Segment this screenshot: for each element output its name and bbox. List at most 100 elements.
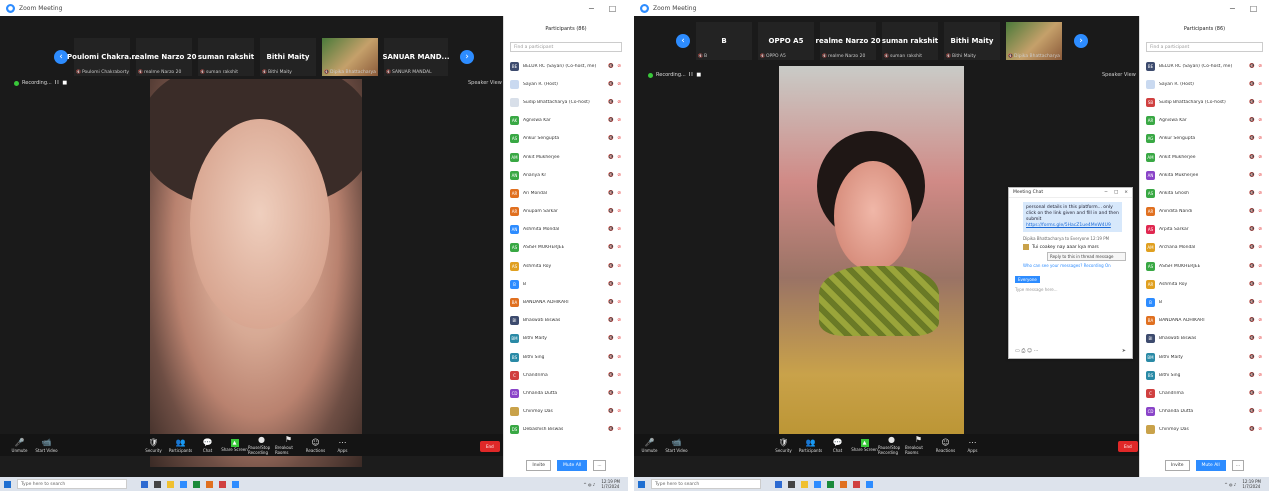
security-button[interactable]: 🛡 Security <box>140 438 167 453</box>
invite-button[interactable]: Invite <box>526 460 552 471</box>
chat-button[interactable]: 💬 Chat <box>824 438 851 453</box>
taskbar-search-input[interactable]: Type here to search <box>651 479 761 489</box>
participant-row[interactable]: C Chandrima 🔇 ⊘ <box>1140 384 1269 402</box>
send-icon[interactable]: ➤ <box>1122 348 1126 354</box>
participant-row[interactable]: AR Ari Mondal 🔇 ⊘ <box>504 184 628 202</box>
more-options-button[interactable]: ... <box>1231 460 1245 471</box>
prev-page-arrow-icon[interactable]: ‹ <box>676 34 690 48</box>
participant-row[interactable]: BI Bhaswati Biswas 🔇 ⊘ <box>504 312 628 330</box>
participant-row[interactable]: BM Bithi Maity 🔇 ⊘ <box>504 330 628 348</box>
participant-row[interactable]: AR Anindita Nandi 🔇 ⊘ <box>1140 203 1269 221</box>
participant-row[interactable]: AG Ankur Sengupta 🔇 ⊘ <box>1140 130 1269 148</box>
taskbar-search-input[interactable]: Type here to search <box>17 479 127 489</box>
widgets-icon[interactable] <box>154 480 161 488</box>
participant-row[interactable]: BE BELUR RC (Sayan) (Co-host, me) 🔇 ⊘ <box>504 57 628 75</box>
next-page-arrow-icon[interactable]: › <box>1074 34 1088 48</box>
participant-row[interactable]: AK Agniswa Kar 🔇 ⊘ <box>504 112 628 130</box>
participant-row[interactable]: B B 🔇 ⊘ <box>504 275 628 293</box>
gallery-tile[interactable]: BB <box>696 22 752 60</box>
participant-row[interactable]: Sudip Bhattacharya (Co-host) 🔇 ⊘ <box>504 93 628 111</box>
participant-row[interactable]: Chinmoy Das 🔇 ⊘ <box>504 403 628 421</box>
gallery-tile[interactable]: suman rakshitsuman rakshit <box>198 38 254 76</box>
minimize-button[interactable]: − <box>1229 4 1236 13</box>
gallery-tile[interactable]: realme Narzo 20realme Narzo 20 <box>132 38 196 76</box>
participant-row[interactable]: BM Bithi Maity 🔇 ⊘ <box>1140 348 1269 366</box>
gallery-tile-photo[interactable]: Dipika Bhattacharya <box>322 38 378 76</box>
breakout-rooms-button[interactable]: ⚑ Breakout Rooms <box>905 435 932 455</box>
participant-row[interactable]: AS ASISH MUKHERJEE 🔇 ⊘ <box>504 239 628 257</box>
task-view-icon[interactable] <box>775 480 782 488</box>
participant-row[interactable]: C Chandrima 🔇 ⊘ <box>504 366 628 384</box>
pause-stop-recording[interactable]: II ■ <box>689 72 702 78</box>
participant-row[interactable]: BS Bithi Sing 🔇 ⊘ <box>504 348 628 366</box>
reactions-button[interactable]: ☺ Reactions <box>932 438 959 453</box>
more-options-button[interactable]: ... <box>593 460 606 471</box>
zoom-taskbar-icon[interactable] <box>866 480 873 488</box>
participants-button[interactable]: 👥 Participants <box>797 438 824 453</box>
app-icon[interactable] <box>853 480 860 488</box>
tray-icons[interactable]: ^ ◍ ♪ <box>1224 482 1236 487</box>
participant-row[interactable]: AS Ashmita Roy 🔇 ⊘ <box>504 257 628 275</box>
mute-all-button[interactable]: Mute All <box>557 460 588 471</box>
security-button[interactable]: 🛡 Security <box>770 438 797 453</box>
pause-recording-button[interactable]: ● Pause/Stop Recording <box>878 435 905 455</box>
store-icon[interactable] <box>180 480 187 488</box>
chat-minimize-button[interactable]: − <box>1104 190 1108 195</box>
chat-recipient-select[interactable]: Everyone <box>1015 276 1040 283</box>
chat-maximize-button[interactable]: □ <box>1114 190 1118 195</box>
participant-row[interactable]: Sayan R. (Host) 🔇 ⊘ <box>504 75 628 93</box>
gallery-tile[interactable]: Poulomi Chakra...Poulomi Chakraborty <box>67 38 137 76</box>
participant-row[interactable]: AM Ankit Mukherjee 🔇 ⊘ <box>1140 148 1269 166</box>
reactions-button[interactable]: ☺ Reactions <box>302 438 329 453</box>
gallery-tile[interactable]: Bithi MaityBithi Maity <box>944 22 1000 60</box>
taskbar-clock[interactable]: 12:19 PM 1/7/2024 <box>601 479 620 489</box>
chat-message-input[interactable]: Type message here... <box>1009 283 1132 296</box>
gallery-tile[interactable]: SANUAR MAND...SANUAR MANDAL <box>382 38 450 76</box>
app-icon[interactable] <box>219 480 226 488</box>
end-meeting-button[interactable]: End <box>480 441 500 452</box>
edge-icon[interactable] <box>193 480 200 488</box>
participant-row[interactable]: SB Sudip Bhattacharya (Co-host) 🔇 ⊘ <box>1140 93 1269 111</box>
pause-stop-recording[interactable]: II ■ <box>55 80 68 86</box>
who-can-see-link[interactable]: Who can see your messages? Recording On <box>1009 263 1132 268</box>
maximize-button[interactable]: □ <box>1250 4 1258 13</box>
start-video-button[interactable]: 📹 Start Video <box>33 438 60 453</box>
apps-button[interactable]: ⋯ Apps <box>329 438 356 453</box>
participant-row[interactable]: AN Ananya Kr 🔇 ⊘ <box>504 166 628 184</box>
prev-page-arrow-icon[interactable]: ‹ <box>54 50 68 64</box>
tray-icons[interactable]: ^ ◍ ♪ <box>583 482 595 487</box>
task-view-icon[interactable] <box>141 480 148 488</box>
participant-search-input[interactable]: Find a participant <box>1146 42 1263 52</box>
chat-link[interactable]: https://forms.gle/5HacZ1ue4MeW4U9 <box>1026 223 1111 228</box>
participants-button[interactable]: 👥 Participants <box>167 438 194 453</box>
participant-row[interactable]: BA BANDANA ADHIKARI 🔇 ⊘ <box>504 293 628 311</box>
participant-row[interactable]: AR Agniswa Kar 🔇 ⊘ <box>1140 112 1269 130</box>
participant-row[interactable]: AM Archana Mondal 🔇 ⊘ <box>1140 239 1269 257</box>
chrome-icon[interactable] <box>840 480 847 488</box>
pause-recording-button[interactable]: ● Pause/Stop Recording <box>248 435 275 455</box>
chat-format-icons[interactable]: ▭ ⎙ ☺ ⋯ <box>1015 348 1039 354</box>
participant-row[interactable]: BI Bhaswati Biswas 🔇 ⊘ <box>1140 330 1269 348</box>
taskbar-clock[interactable]: 12:19 PM 1/7/2024 <box>1242 479 1261 489</box>
participant-row[interactable]: Sayan R. (Host) 🔇 ⊘ <box>1140 75 1269 93</box>
invite-button[interactable]: Invite <box>1164 460 1190 471</box>
mute-all-button[interactable]: Mute All <box>1195 460 1226 471</box>
edge-icon[interactable] <box>827 480 834 488</box>
participant-row[interactable]: CD Chhanda Dutta 🔇 ⊘ <box>504 384 628 402</box>
chat-button[interactable]: 💬 Chat <box>194 438 221 453</box>
apps-button[interactable]: ⋯ Apps <box>959 438 986 453</box>
participant-row[interactable]: AM Ankit Mukherjee 🔇 ⊘ <box>504 148 628 166</box>
widgets-icon[interactable] <box>788 480 795 488</box>
participant-row[interactable]: AS ASISH MUKHERJEE 🔇 ⊘ <box>1140 257 1269 275</box>
gallery-tile[interactable]: Bithi MaityBithi Maity <box>260 38 316 76</box>
next-page-arrow-icon[interactable]: › <box>460 50 474 64</box>
share-screen-button[interactable]: ▲ Share Screen <box>851 438 878 452</box>
participant-row[interactable]: DS Debashish Biswas 🔇 ⊘ <box>504 421 628 439</box>
participant-row[interactable]: CD Chhanda Dutta 🔇 ⊘ <box>1140 403 1269 421</box>
share-screen-button[interactable]: ▲ Share Screen <box>221 438 248 452</box>
unmute-button[interactable]: 🎤 Unmute <box>6 438 33 453</box>
gallery-tile-photo[interactable]: Dipika Bhattacharya <box>1006 22 1062 60</box>
participant-row[interactable]: BS Bithi Sing 🔇 ⊘ <box>1140 366 1269 384</box>
reply-in-thread-button[interactable]: Reply to this in thread message <box>1047 252 1126 261</box>
gallery-tile[interactable]: suman rakshitsuman rakshit <box>882 22 938 60</box>
